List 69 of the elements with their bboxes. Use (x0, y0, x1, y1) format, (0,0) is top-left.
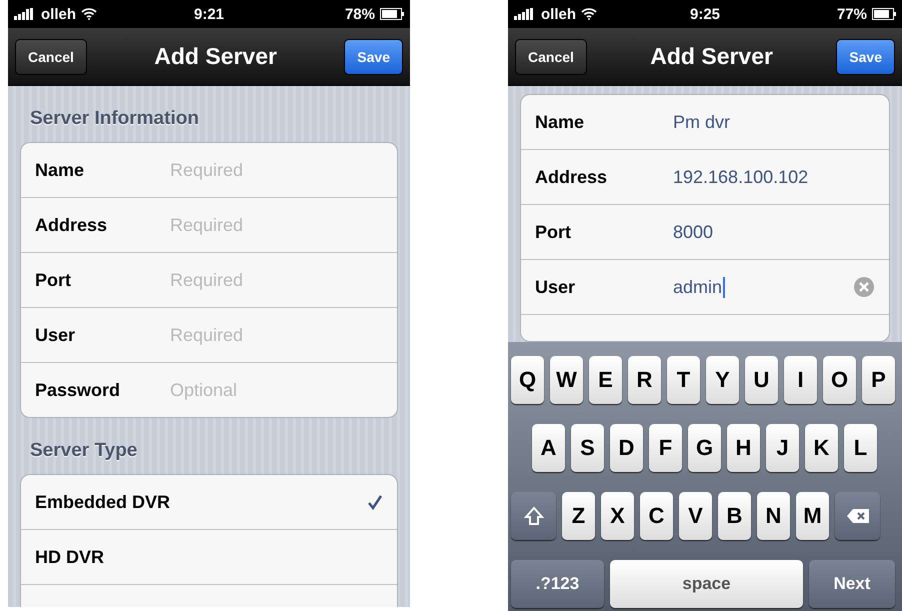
backspace-key[interactable] (835, 492, 880, 540)
keyboard-key[interactable]: B (718, 492, 751, 540)
field-value[interactable]: 8000 (673, 222, 716, 242)
numbers-key[interactable]: .?123 (511, 560, 604, 608)
keyboard-key[interactable]: F (649, 424, 682, 472)
save-button[interactable]: Save (344, 38, 403, 74)
keyboard-key[interactable]: E (589, 356, 622, 404)
keyboard-key[interactable]: G (688, 424, 721, 472)
shift-key[interactable] (511, 492, 556, 540)
wifi-icon (81, 8, 98, 20)
screen-title: Add Server (154, 43, 277, 70)
keyboard-key[interactable]: Q (511, 356, 544, 404)
field-label: Address (35, 214, 108, 236)
battery-percent: 78% (344, 6, 375, 22)
keyboard-key[interactable]: R (628, 356, 661, 404)
backspace-icon (846, 508, 870, 524)
keyboard-key[interactable]: I (784, 356, 817, 404)
next-key[interactable]: Next (809, 560, 895, 608)
keyboard-key[interactable]: V (679, 492, 712, 540)
space-key[interactable]: space (610, 560, 803, 608)
field-label: Address (535, 166, 608, 188)
option-label[interactable]: HD DVR (35, 546, 285, 568)
keyboard-key[interactable]: M (796, 492, 829, 540)
field-label: Password (35, 380, 122, 400)
carrier-name: olleh (541, 6, 576, 22)
keyboard-key[interactable]: Y (706, 356, 739, 404)
keyboard-key[interactable]: H (727, 424, 760, 472)
clock-time: 9:25 (690, 6, 720, 22)
keyboard-key[interactable]: O (823, 356, 856, 404)
keyboard-key[interactable]: A (532, 424, 565, 472)
keyboard-key[interactable]: K (805, 424, 838, 472)
field-label: Name (535, 112, 586, 132)
signal-icon (514, 8, 536, 20)
option-label[interactable]: Embedded DVR (35, 492, 285, 512)
battery-icon (872, 8, 896, 20)
section-header: Server Type (29, 439, 138, 463)
clock-time: 9:21 (194, 6, 224, 22)
field-label: Port (35, 270, 72, 290)
field-label: Name (35, 160, 86, 180)
shift-arrow-icon (524, 506, 544, 526)
field-value[interactable]: admin (673, 276, 726, 298)
field-label: User (535, 276, 576, 298)
battery-icon (380, 8, 404, 20)
save-button[interactable]: Save (836, 38, 895, 74)
keyboard-key[interactable]: L (844, 424, 877, 472)
field-label: Port (535, 222, 572, 242)
keyboard-key[interactable]: D (610, 424, 643, 472)
keyboard-key[interactable]: J (766, 424, 799, 472)
keyboard-key[interactable]: X (601, 492, 634, 540)
keyboard-key[interactable]: C (640, 492, 673, 540)
carrier-name: olleh (41, 6, 76, 22)
checkmark-icon (367, 494, 383, 510)
signal-icon (14, 8, 36, 20)
keyboard-key[interactable]: P (862, 356, 895, 404)
keyboard-key[interactable]: S (571, 424, 604, 472)
battery-percent: 77% (836, 6, 867, 22)
field-value[interactable]: Pm dvr (673, 112, 734, 132)
field-label: User (35, 324, 76, 346)
cancel-button[interactable]: Cancel (15, 38, 87, 74)
wifi-icon (581, 8, 598, 20)
screen-title: Add Server (650, 43, 773, 70)
keyboard-key[interactable]: Z (562, 492, 595, 540)
cancel-button[interactable]: Cancel (515, 38, 587, 74)
keyboard-key[interactable]: U (745, 356, 778, 404)
keyboard-key[interactable]: T (667, 356, 700, 404)
keyboard-key[interactable]: N (757, 492, 790, 540)
keyboard-key[interactable]: W (550, 356, 583, 404)
field-value[interactable]: 192.168.100.102 (673, 166, 812, 188)
section-header: Server Information (29, 107, 200, 131)
